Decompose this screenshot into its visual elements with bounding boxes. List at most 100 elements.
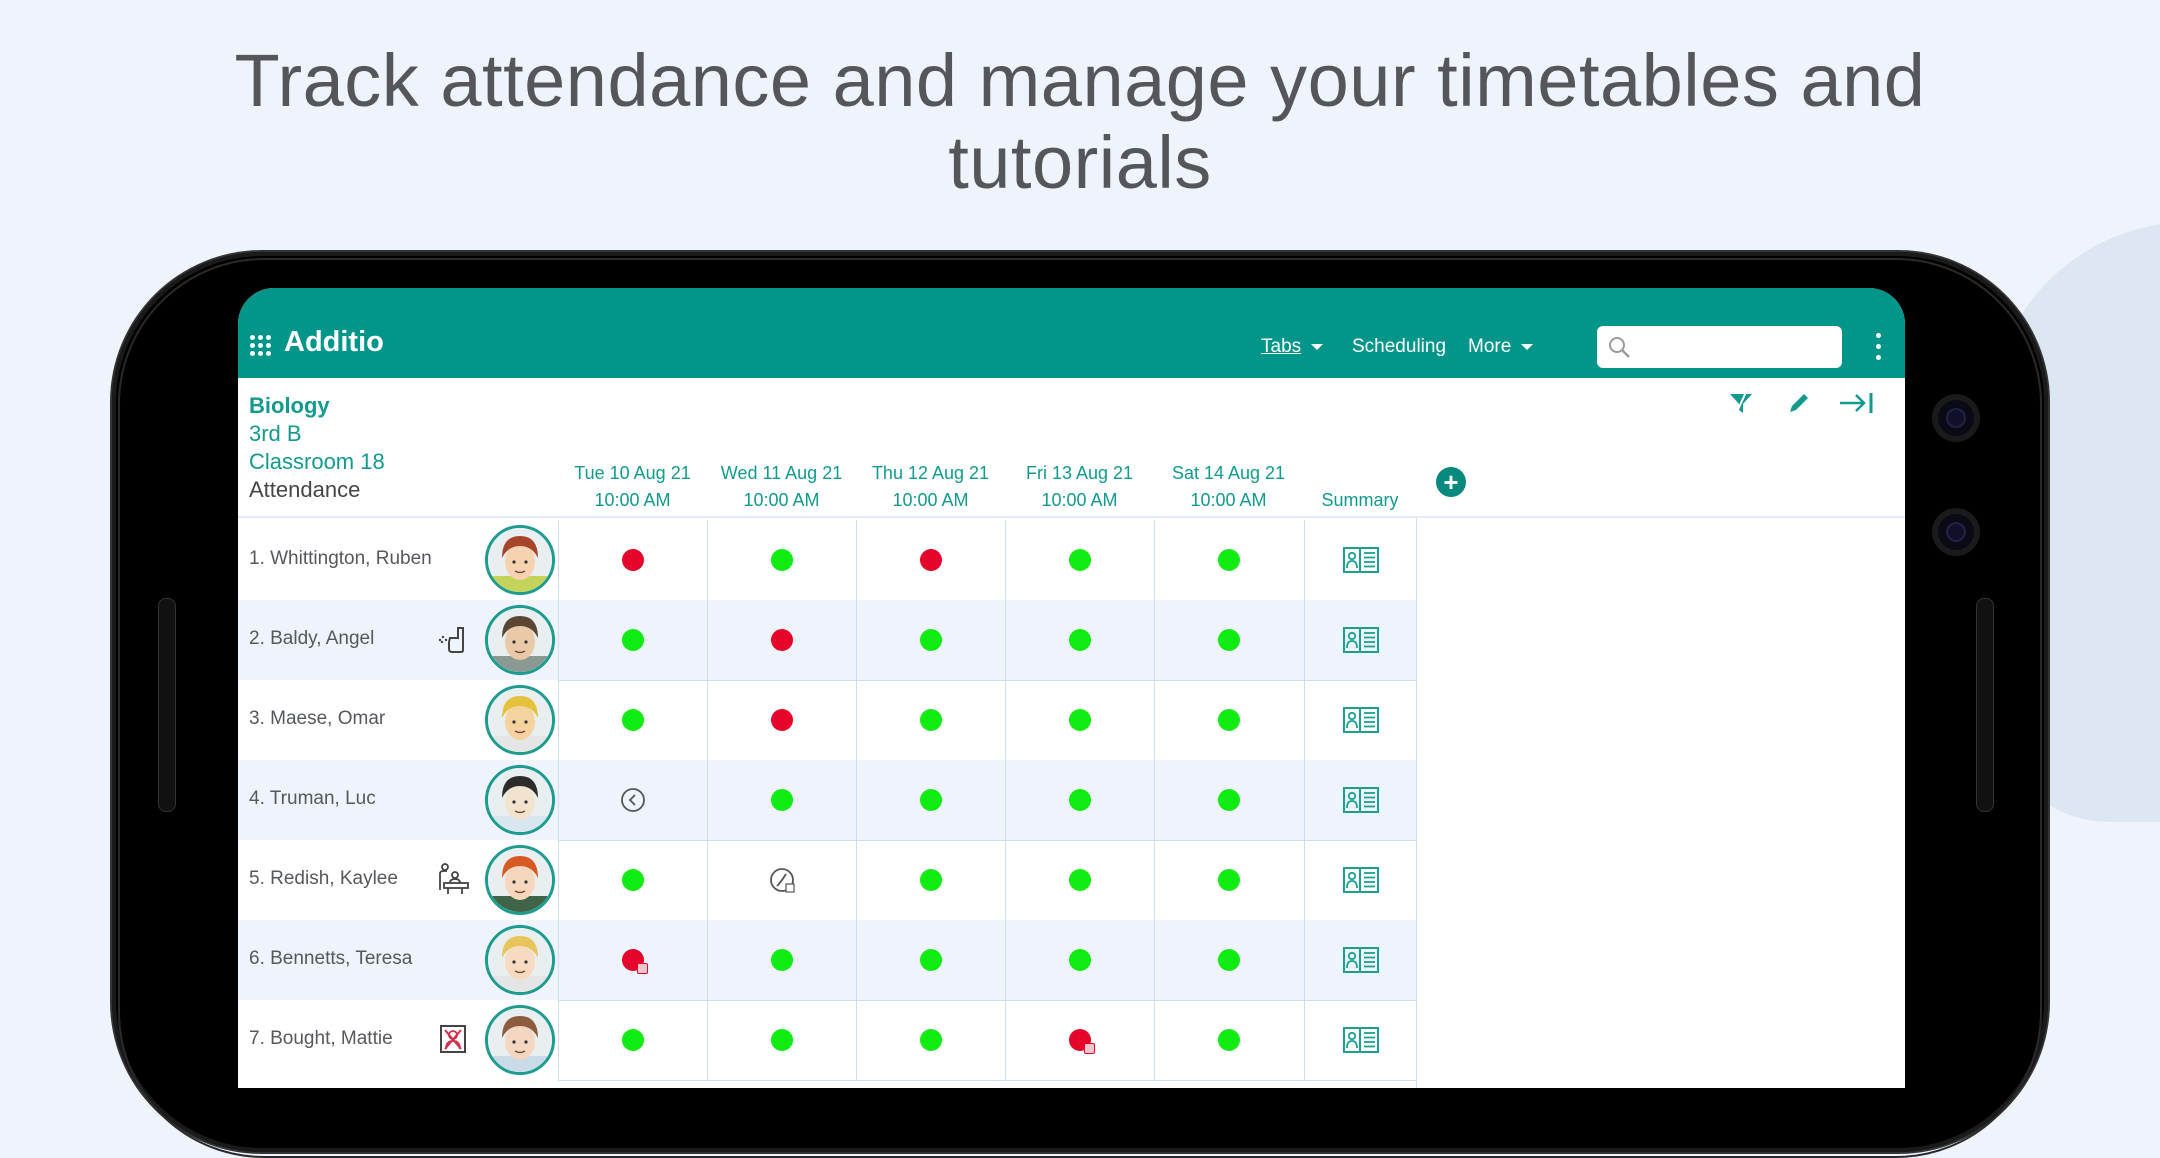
attendance-cell[interactable] (558, 840, 707, 920)
present-dot-icon (771, 789, 793, 811)
summary-cell[interactable] (1304, 600, 1417, 680)
app-brand: Additio (284, 326, 384, 358)
attendance-cell[interactable] (1005, 920, 1154, 1000)
attendance-cell[interactable] (558, 680, 707, 760)
attendance-cell[interactable] (1154, 920, 1303, 1000)
attendance-cell[interactable] (856, 920, 1005, 1000)
absent-dot-icon (771, 629, 793, 651)
attendance-cell[interactable] (856, 840, 1005, 920)
summary-cell[interactable] (1304, 520, 1417, 600)
present-dot-icon (771, 549, 793, 571)
student-row: 3. Maese, Omar (238, 680, 1416, 760)
student-name[interactable]: 1. Whittington, Ruben (249, 548, 432, 570)
student-avatar[interactable] (485, 925, 555, 995)
attendance-cell[interactable] (1005, 520, 1154, 600)
grid-right-border (1416, 518, 1417, 1088)
attendance-cell[interactable] (558, 1000, 707, 1080)
filter-icon[interactable] (1726, 388, 1756, 418)
attendance-cell[interactable] (856, 1000, 1005, 1080)
attendance-cell[interactable] (1154, 840, 1303, 920)
late-icon (770, 868, 795, 893)
chevron-down-icon (1311, 343, 1324, 350)
student-name[interactable]: 2. Baldy, Angel (249, 628, 374, 650)
attendance-cell[interactable] (1005, 1000, 1154, 1080)
student-report-icon (1343, 787, 1379, 813)
attendance-cell[interactable] (1154, 760, 1303, 840)
present-dot-icon (622, 629, 644, 651)
student-avatar[interactable] (485, 1005, 555, 1075)
present-dot-icon (1069, 949, 1091, 971)
student-name[interactable]: 3. Maese, Omar (249, 708, 385, 730)
nav-scheduling[interactable]: Scheduling (1352, 336, 1446, 358)
attendance-cell[interactable] (1005, 680, 1154, 760)
collapse-right-icon[interactable] (1838, 388, 1876, 418)
attendance-cell[interactable] (1154, 1000, 1303, 1080)
edit-pencil-icon[interactable] (1784, 388, 1814, 418)
attendance-cell[interactable] (707, 920, 856, 1000)
attendance-cell[interactable] (707, 520, 856, 600)
student-name[interactable]: 6. Bennetts, Teresa (249, 948, 412, 970)
session-column-header[interactable]: Wed 11 Aug 21 10:00 AM (707, 460, 856, 514)
student-name[interactable]: 7. Bought, Mattie (249, 1028, 393, 1050)
student-row: 4. Truman, Luc (238, 760, 1416, 840)
class-room: Classroom 18 (249, 449, 385, 474)
student-avatar[interactable] (485, 845, 555, 915)
more-options-icon[interactable] (1874, 333, 1884, 363)
session-column-header[interactable]: Tue 10 Aug 21 10:00 AM (558, 460, 707, 514)
present-dot-icon (920, 869, 942, 891)
session-column-header[interactable]: Fri 13 Aug 21 10:00 AM (1005, 460, 1154, 514)
attendance-cell[interactable] (558, 600, 707, 680)
attendance-cell[interactable] (558, 520, 707, 600)
present-dot-icon (1218, 1029, 1240, 1051)
student-avatar[interactable] (485, 685, 555, 755)
page-headline: Track attendance and manage your timetab… (0, 40, 2160, 204)
summary-cell[interactable] (1304, 920, 1417, 1000)
nav-tabs[interactable]: Tabs (1261, 336, 1324, 358)
attendance-cell[interactable] (707, 840, 856, 920)
present-dot-icon (1218, 949, 1240, 971)
student-name[interactable]: 4. Truman, Luc (249, 788, 376, 810)
present-dot-icon (1069, 709, 1091, 731)
summary-cell[interactable] (1304, 760, 1417, 840)
student-row: 6. Bennetts, Teresa (238, 920, 1416, 1000)
student-avatar[interactable] (485, 605, 555, 675)
absent-dot-icon (622, 549, 644, 571)
present-dot-icon (622, 709, 644, 731)
search-input[interactable] (1597, 326, 1842, 368)
apps-grid-icon[interactable] (250, 335, 272, 357)
attendance-cell[interactable] (1154, 600, 1303, 680)
session-column-header[interactable]: Thu 12 Aug 21 10:00 AM (856, 460, 1005, 514)
summary-cell[interactable] (1304, 840, 1417, 920)
attendance-cell[interactable] (707, 680, 856, 760)
student-row: 1. Whittington, Ruben (238, 520, 1416, 600)
attendance-cell[interactable] (558, 920, 707, 1000)
class-subject: Biology (249, 393, 330, 418)
session-column-header[interactable]: Sat 14 Aug 21 10:00 AM (1154, 460, 1303, 514)
attendance-cell[interactable] (1005, 600, 1154, 680)
student-report-icon (1343, 1027, 1379, 1053)
student-avatar[interactable] (485, 525, 555, 595)
summary-cell[interactable] (1304, 680, 1417, 760)
nav-more[interactable]: More (1468, 336, 1534, 358)
attendance-cell[interactable] (1005, 760, 1154, 840)
attendance-cell[interactable] (1154, 520, 1303, 600)
attendance-cell[interactable] (707, 760, 856, 840)
note-icon (1084, 1043, 1095, 1054)
summary-cell[interactable] (1304, 1000, 1417, 1080)
add-session-button[interactable]: + (1436, 467, 1466, 497)
student-name[interactable]: 5. Redish, Kaylee (249, 868, 398, 890)
attendance-cell[interactable] (558, 760, 707, 840)
summary-column-header: Summary (1321, 490, 1399, 510)
attendance-cell[interactable] (856, 760, 1005, 840)
absent-dot-icon (771, 709, 793, 731)
present-dot-icon (1218, 869, 1240, 891)
present-dot-icon (622, 869, 644, 891)
attendance-cell[interactable] (856, 600, 1005, 680)
student-avatar[interactable] (485, 765, 555, 835)
attendance-cell[interactable] (856, 680, 1005, 760)
attendance-cell[interactable] (707, 1000, 856, 1080)
attendance-cell[interactable] (1005, 840, 1154, 920)
attendance-cell[interactable] (707, 600, 856, 680)
attendance-cell[interactable] (1154, 680, 1303, 760)
attendance-cell[interactable] (856, 520, 1005, 600)
